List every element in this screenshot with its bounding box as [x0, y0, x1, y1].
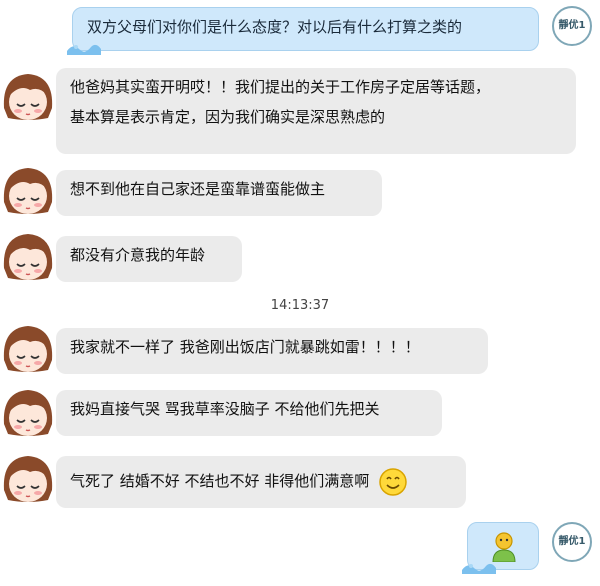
wave-decoration-icon [462, 563, 496, 574]
girl-avatar-icon[interactable] [0, 228, 56, 284]
outgoing-message-bubble: 双方父母们对你们是什么态度？对以后有什么打算之类的 [67, 7, 539, 55]
girl-avatar-icon[interactable] [0, 384, 56, 440]
girl-avatar-icon[interactable] [0, 68, 56, 124]
incoming-message-bubble: 气死了 结婚不好 不结也不好 非得他们满意啊 [56, 456, 466, 508]
message-text: 双方父母们对你们是什么态度？对以后有什么打算之类的 [87, 18, 463, 36]
girl-avatar-icon[interactable] [0, 320, 56, 376]
incoming-message-bubble: 我家就不一样了 我爸刚出饭店门就暴跳如雷！！！！ [56, 328, 488, 374]
outgoing-message-bubble [462, 522, 539, 574]
message-text: 我妈直接气哭 骂我草率没脑子 不给他们先把关 [70, 400, 380, 418]
message-text: 我家就不一样了 我爸刚出饭店门就暴跳如雷！！！！ [70, 338, 420, 356]
incoming-message-bubble: 想不到他在自己家还是蛮靠谱蛮能做主 [56, 170, 382, 216]
incoming-message-bubble: 他爸妈其实蛮开明哎！！我们提出的关于工作房子定居等话题， 基本算是表示肯定，因为… [56, 68, 576, 154]
message-text: 基本算是表示肯定，因为我们确实是深思熟虑的 [70, 108, 386, 126]
message-text: 他爸妈其实蛮开明哎！！我们提出的关于工作房子定居等话题， [70, 78, 491, 96]
wave-decoration-icon [67, 44, 101, 55]
person-emoji-icon [492, 532, 516, 562]
message-timestamp: 14:13:37 [270, 298, 330, 313]
my-avatar[interactable]: 靜优1 [552, 6, 592, 46]
my-avatar[interactable]: 靜优1 [552, 522, 592, 562]
message-text: 气死了 结婚不好 不结也不好 非得他们满意啊 [70, 472, 370, 490]
smiley-emoji-icon [379, 467, 407, 496]
girl-avatar-icon[interactable] [0, 450, 56, 506]
incoming-message-bubble: 都没有介意我的年龄 [56, 236, 242, 282]
girl-avatar-icon[interactable] [0, 162, 56, 218]
message-text: 想不到他在自己家还是蛮靠谱蛮能做主 [70, 180, 326, 198]
message-text: 都没有介意我的年龄 [70, 246, 206, 264]
incoming-message-bubble: 我妈直接气哭 骂我草率没脑子 不给他们先把关 [56, 390, 442, 436]
